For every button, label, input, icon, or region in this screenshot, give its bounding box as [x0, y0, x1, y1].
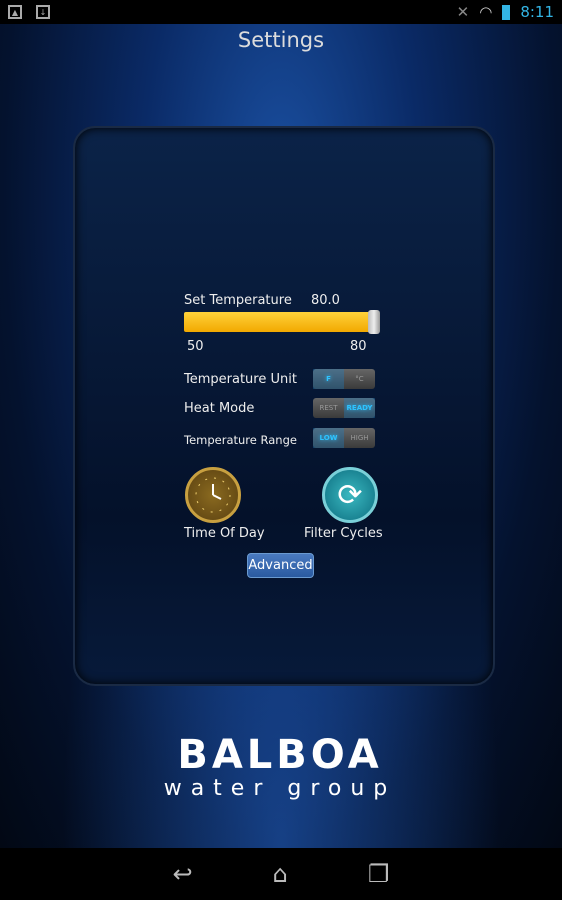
gallery-icon: ▲	[8, 5, 22, 19]
option-low[interactable]: LOW	[313, 428, 344, 448]
set-temperature-value: 80.0	[311, 293, 340, 308]
back-icon[interactable]: ↩	[173, 860, 193, 888]
download-icon: ↓	[36, 5, 50, 19]
temperature-unit-toggle[interactable]: F °C	[313, 369, 375, 389]
advanced-button[interactable]: Advanced	[247, 553, 314, 578]
option-rest[interactable]: REST	[313, 398, 344, 418]
filter-cycles-label: Filter Cycles	[304, 526, 383, 541]
settings-panel	[73, 126, 495, 686]
time-of-day-label: Time Of Day	[184, 526, 265, 541]
navigation-bar: ↩ ⌂ ❐	[0, 848, 562, 900]
filter-cycles-button[interactable]: ⟳	[322, 467, 378, 523]
temperature-range-toggle[interactable]: LOW HIGH	[313, 428, 375, 448]
temperature-slider[interactable]	[184, 310, 380, 334]
home-icon[interactable]: ⌂	[273, 860, 288, 888]
option-f[interactable]: F	[313, 369, 344, 389]
slider-thumb[interactable]	[368, 310, 380, 334]
option-high[interactable]: HIGH	[344, 428, 375, 448]
mute-icon: ✕	[456, 3, 470, 21]
clock-icon	[195, 477, 231, 513]
battery-icon	[502, 4, 511, 20]
wifi-icon: ◠	[479, 3, 493, 21]
status-bar: ▲ ↓ ✕ ◠ 8:11	[0, 0, 562, 24]
logo-tagline: water group	[163, 776, 397, 801]
option-ready[interactable]: READY	[344, 398, 375, 418]
refresh-icon: ⟳	[337, 477, 363, 513]
slider-max: 80	[350, 339, 367, 354]
recent-apps-icon[interactable]: ❐	[368, 860, 390, 888]
balboa-logo: BALBOA water group	[145, 735, 415, 803]
logo-brand: BALBOA	[177, 732, 383, 778]
time-of-day-button[interactable]	[185, 467, 241, 523]
set-temperature-label: Set Temperature	[184, 293, 292, 308]
heat-mode-toggle[interactable]: REST READY	[313, 398, 375, 418]
heat-mode-label: Heat Mode	[184, 401, 255, 416]
option-c[interactable]: °C	[344, 369, 375, 389]
clock: 8:11	[520, 3, 554, 21]
page-title: Settings	[237, 28, 325, 52]
temperature-unit-label: Temperature Unit	[184, 372, 297, 387]
slider-min: 50	[187, 339, 204, 354]
temperature-range-label: Temperature Range	[184, 433, 297, 447]
